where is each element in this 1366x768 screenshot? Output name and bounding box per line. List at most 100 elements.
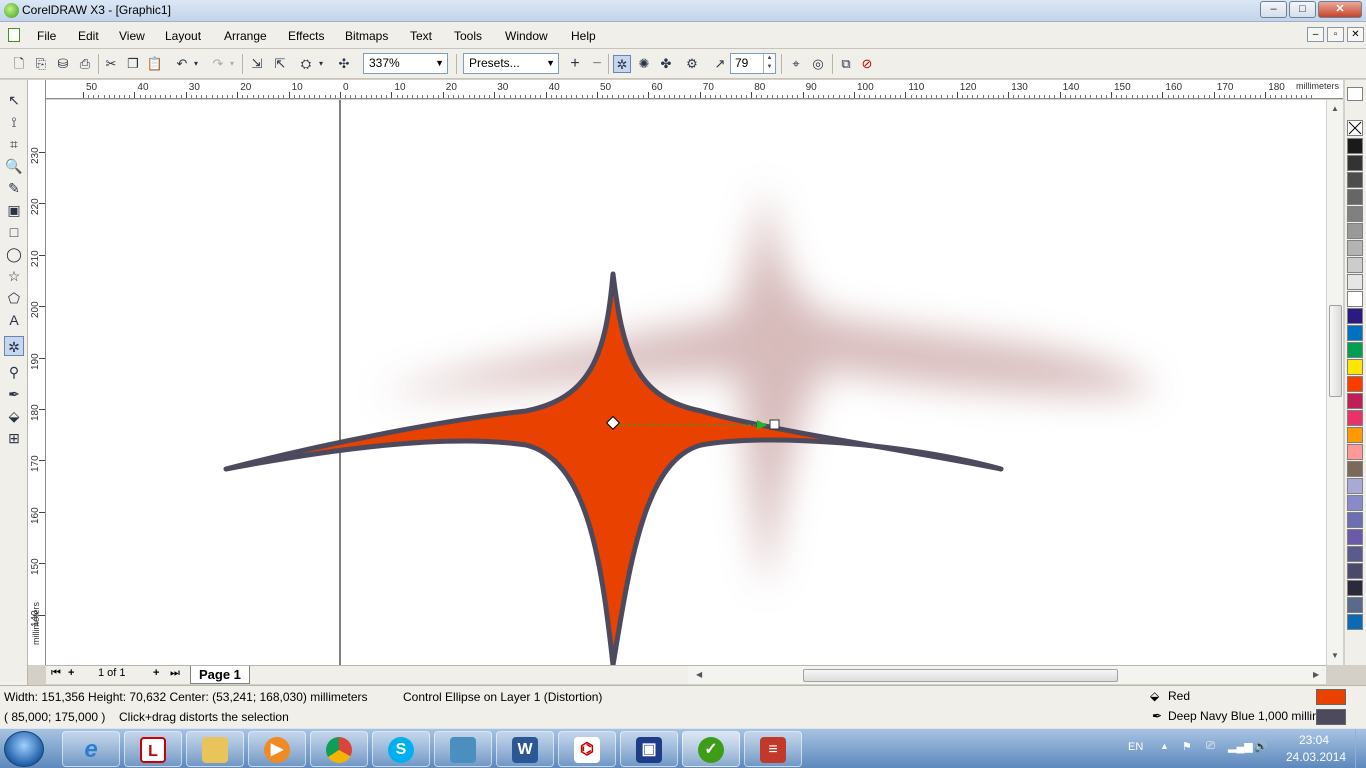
palette-swatch[interactable] xyxy=(1347,325,1363,341)
drawing-canvas[interactable] xyxy=(46,100,1326,665)
ellipse-tool-icon[interactable]: ◯ xyxy=(4,244,24,264)
menu-edit[interactable]: Edit xyxy=(78,29,99,43)
fill-tool-icon[interactable]: ⬙ xyxy=(4,406,24,426)
basic-shapes-tool-icon[interactable]: ⬠ xyxy=(4,288,24,308)
scroll-right-icon[interactable]: ▶ xyxy=(1313,670,1319,679)
palette-swatch[interactable] xyxy=(1347,529,1363,545)
add-preset-icon[interactable]: + xyxy=(566,55,584,73)
minimize-button[interactable]: – xyxy=(1260,1,1287,18)
vertical-scroll-thumb[interactable] xyxy=(1329,305,1342,397)
palette-swatch[interactable] xyxy=(1347,427,1363,443)
horizontal-scroll-thumb[interactable] xyxy=(803,669,1118,682)
devices-icon[interactable]: ⎚ xyxy=(1206,740,1215,753)
shape-tool-icon[interactable]: ⟟ xyxy=(4,112,24,132)
last-page-icon[interactable]: ⏭ xyxy=(170,667,180,680)
show-desktop-button[interactable] xyxy=(1355,729,1366,768)
maximize-button[interactable]: □ xyxy=(1289,1,1316,18)
palette-swatch[interactable] xyxy=(1347,274,1363,290)
clear-distortion-icon[interactable]: ⊘ xyxy=(858,55,876,73)
outline-tool-icon[interactable]: ✒ xyxy=(4,384,24,404)
taskbar-pdf[interactable]: ⌬ xyxy=(558,731,616,767)
status-outline-swatch[interactable] xyxy=(1316,709,1346,725)
show-hidden-icons-icon[interactable]: ▲ xyxy=(1160,741,1169,751)
taskbar-l-app[interactable]: L xyxy=(124,731,182,767)
presets-select[interactable]: Presets... ▼ xyxy=(463,53,559,74)
palette-swatch[interactable] xyxy=(1347,172,1363,188)
menu-layout[interactable]: Layout xyxy=(165,29,201,43)
palette-scroll-icon[interactable] xyxy=(1347,87,1363,101)
menu-help[interactable]: Help xyxy=(571,29,596,43)
interactive-distortion-tool-icon[interactable]: ✲ xyxy=(4,336,24,356)
pick-tool-icon[interactable]: ↖ xyxy=(4,90,24,110)
taskbar-media[interactable]: ▶ xyxy=(248,731,306,767)
center-distortion-icon[interactable]: ⌖ xyxy=(787,55,805,73)
network-icon[interactable]: ▂▄▆ xyxy=(1228,740,1253,753)
clock-date[interactable]: 24.03.2014 xyxy=(1286,750,1346,764)
welcome-screen-icon[interactable]: ✣ xyxy=(335,55,353,73)
palette-swatch[interactable] xyxy=(1347,376,1363,392)
palette-swatch[interactable] xyxy=(1347,240,1363,256)
volume-icon[interactable]: 🔊 xyxy=(1254,740,1268,753)
palette-swatch[interactable] xyxy=(1347,495,1363,511)
menu-effects[interactable]: Effects xyxy=(288,29,324,43)
zipper-distortion-icon[interactable]: ✺ xyxy=(635,55,653,73)
cut-icon[interactable]: ✂ xyxy=(102,55,120,73)
taskbar-photos[interactable] xyxy=(434,731,492,767)
twister-distortion-icon[interactable]: ✤ xyxy=(657,55,675,73)
menu-arrange[interactable]: Arrange xyxy=(224,29,267,43)
palette-swatch[interactable] xyxy=(1347,410,1363,426)
palette-swatch[interactable] xyxy=(1347,597,1363,613)
new-document-icon[interactable]: 🗋 xyxy=(10,55,28,73)
palette-swatch[interactable] xyxy=(1347,580,1363,596)
eyedropper-tool-icon[interactable]: ⚲ xyxy=(4,362,24,382)
scroll-down-icon[interactable]: ▼ xyxy=(1331,651,1339,660)
palette-swatch[interactable] xyxy=(1347,444,1363,460)
vertical-ruler[interactable]: millimeters 230 220 210 200 190 180 170 160 150 1… xyxy=(28,80,46,665)
copy-distortion-icon[interactable]: ⧉ xyxy=(837,55,855,73)
freehand-tool-icon[interactable]: ✎ xyxy=(4,178,24,198)
export-icon[interactable]: ⇱ xyxy=(271,55,289,73)
menu-bitmaps[interactable]: Bitmaps xyxy=(345,29,388,43)
palette-swatch[interactable] xyxy=(1347,563,1363,579)
close-button[interactable]: ✕ xyxy=(1318,1,1362,18)
scroll-up-icon[interactable]: ▲ xyxy=(1331,104,1339,113)
open-icon[interactable]: ⎘ xyxy=(32,55,50,73)
spin-arrows-icon[interactable]: ▲ ▼ xyxy=(763,54,775,73)
rectangle-tool-icon[interactable]: □ xyxy=(4,222,24,242)
palette-swatch[interactable] xyxy=(1347,393,1363,409)
vertical-scrollbar[interactable]: ▲ ▼ xyxy=(1326,100,1343,665)
document-icon[interactable] xyxy=(8,28,20,42)
first-page-icon[interactable]: ⏮ xyxy=(51,667,61,680)
undo-dropdown-icon[interactable]: ▾ xyxy=(191,55,201,73)
action-center-icon[interactable]: ⚑ xyxy=(1182,740,1192,753)
scroll-left-icon[interactable]: ◀ xyxy=(696,670,702,679)
smart-fill-tool-icon[interactable]: ▣ xyxy=(4,200,24,220)
menu-tools[interactable]: Tools xyxy=(454,29,482,43)
undo-icon[interactable]: ↶ xyxy=(173,55,191,73)
copy-icon[interactable]: ❐ xyxy=(124,55,142,73)
delete-preset-icon[interactable]: − xyxy=(588,55,606,73)
menu-file[interactable]: File xyxy=(37,29,56,43)
save-icon[interactable]: ⛁ xyxy=(54,55,72,73)
taskbar-books[interactable]: ≡ xyxy=(744,731,802,767)
clock-time[interactable]: 23:04 xyxy=(1299,733,1329,747)
taskbar-save[interactable]: ▣ xyxy=(620,731,678,767)
redo-icon[interactable]: ↷ xyxy=(209,55,227,73)
crop-tool-icon[interactable]: ⌗ xyxy=(4,134,24,154)
redo-dropdown-icon[interactable]: ▾ xyxy=(227,55,237,73)
paste-icon[interactable]: 📋 xyxy=(146,55,164,73)
print-icon[interactable]: ⎙ xyxy=(76,55,94,73)
menu-view[interactable]: View xyxy=(119,29,145,43)
application-launcher-icon[interactable]: ⛭ xyxy=(297,55,315,73)
palette-swatch[interactable] xyxy=(1347,138,1363,154)
taskbar-skype[interactable]: S xyxy=(372,731,430,767)
convert-to-curves-icon[interactable]: ◎ xyxy=(809,55,827,73)
add-new-distortion-icon[interactable]: ⚙ xyxy=(683,55,701,73)
distortion-end-handle[interactable] xyxy=(769,419,780,430)
taskbar-word[interactable]: W xyxy=(496,731,554,767)
no-color-swatch[interactable] xyxy=(1347,120,1363,136)
palette-swatch[interactable] xyxy=(1347,342,1363,358)
doc-close-button[interactable]: ✕ xyxy=(1347,27,1364,42)
zoom-level-select[interactable]: 337% ▼ xyxy=(363,53,448,74)
language-indicator[interactable]: EN xyxy=(1128,741,1143,753)
